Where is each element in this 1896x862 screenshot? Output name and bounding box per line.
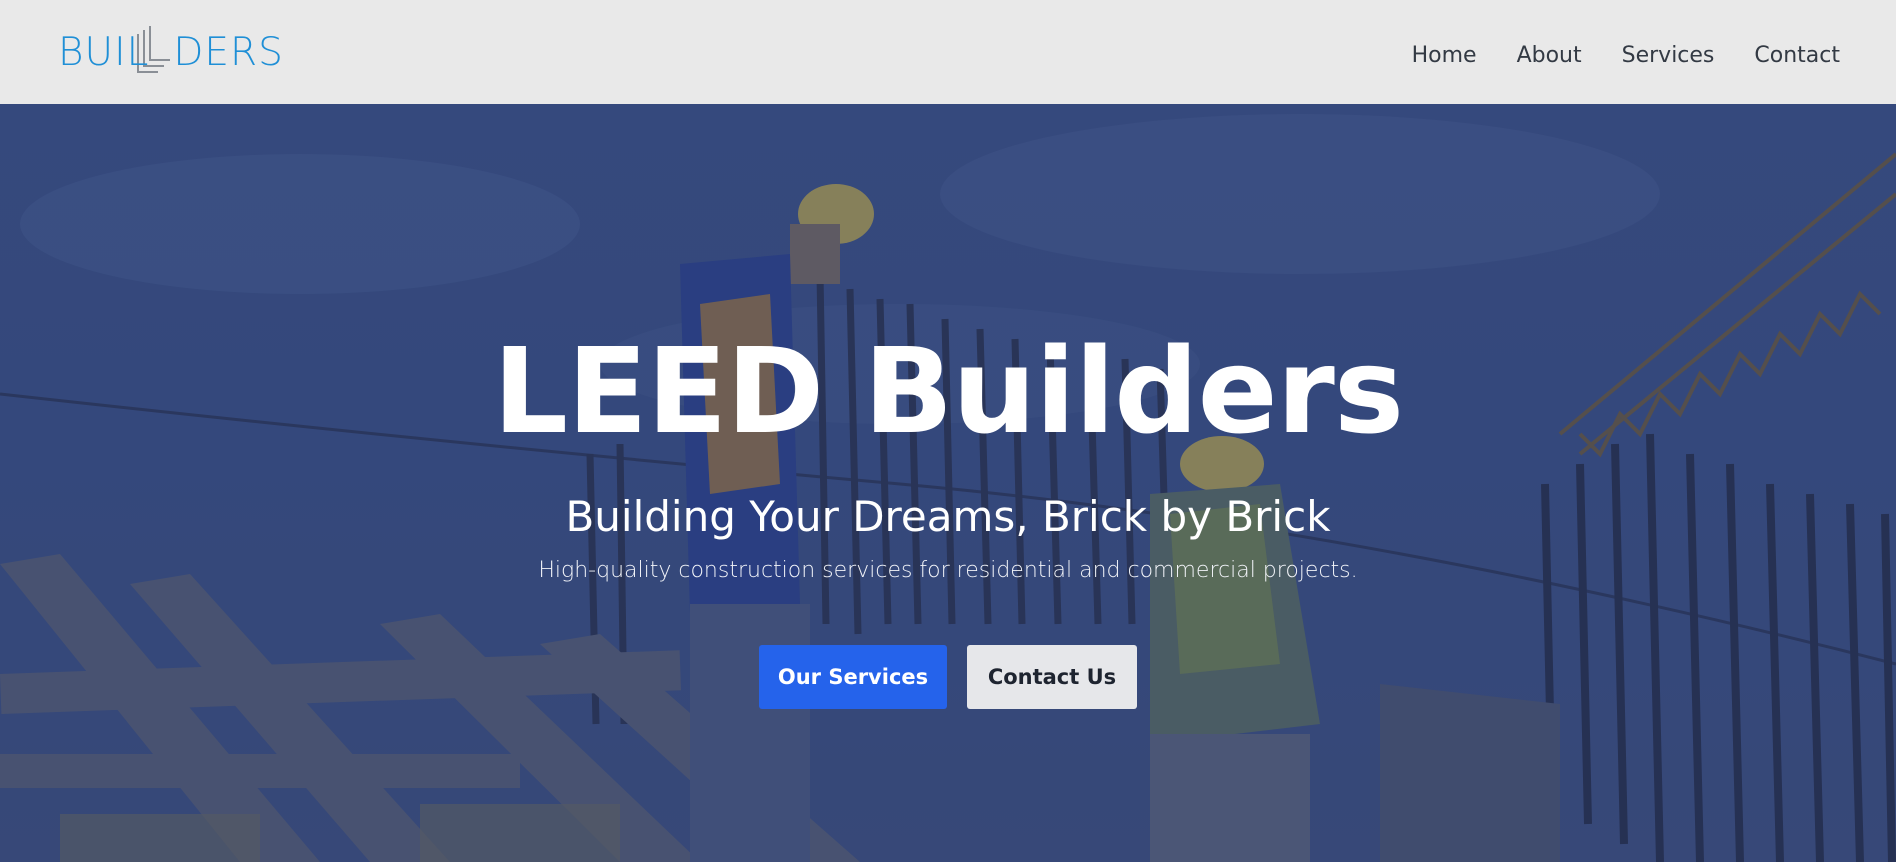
builders-logo[interactable]: BUIL DERS xyxy=(58,22,284,82)
nav-home-link[interactable]: Home xyxy=(1412,43,1477,68)
hero-subtitle: Building Your Dreams, Brick by Brick xyxy=(565,492,1331,541)
logo-text: BUIL DERS xyxy=(58,29,284,75)
nav-contact-link[interactable]: Contact xyxy=(1754,43,1840,68)
main-nav: Home About Services Contact xyxy=(1412,43,1840,68)
hero-content: LEED Builders Building Your Dreams, Bric… xyxy=(0,104,1896,862)
nav-services-link[interactable]: Services xyxy=(1622,43,1715,68)
hero-section: LEED Builders Building Your Dreams, Bric… xyxy=(0,104,1896,862)
site-header: BUIL DERS Home About Services Contact xyxy=(0,0,1896,104)
contact-us-button[interactable]: Contact Us xyxy=(967,645,1137,710)
hero-description: High-quality construction services for r… xyxy=(538,558,1358,584)
hero-title: LEED Builders xyxy=(492,322,1404,460)
nav-about-link[interactable]: About xyxy=(1517,43,1582,68)
our-services-button[interactable]: Our Services xyxy=(759,645,947,710)
hero-buttons: Our Services Contact Us xyxy=(759,645,1137,710)
